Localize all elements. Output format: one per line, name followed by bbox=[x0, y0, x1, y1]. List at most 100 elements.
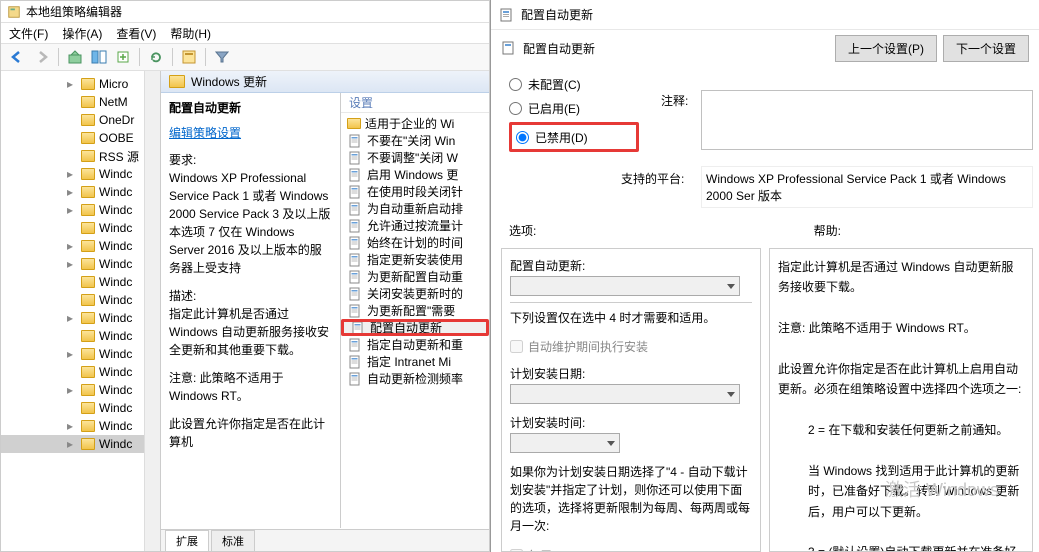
menu-file[interactable]: 文件(F) bbox=[9, 25, 48, 42]
separator bbox=[58, 48, 59, 66]
help-p5: 当 Windows 找到适用于此计算机的更新时，已准备好下载。转到 Window… bbox=[778, 461, 1024, 522]
tree-item-label: Windc bbox=[99, 365, 132, 379]
setting-item[interactable]: 不要在"关闭 Win bbox=[341, 132, 489, 149]
setting-item[interactable]: 适用于企业的 Wi bbox=[341, 115, 489, 132]
setting-item[interactable]: 关闭安装更新时的 bbox=[341, 285, 489, 302]
tab-standard[interactable]: 标准 bbox=[211, 530, 255, 551]
tree-item[interactable]: OneDr bbox=[1, 111, 160, 129]
prev-setting-button[interactable]: 上一个设置(P) bbox=[835, 35, 937, 62]
chevron-right-icon[interactable]: ▸ bbox=[67, 185, 77, 199]
setting-item[interactable]: 自动更新检测频率 bbox=[341, 370, 489, 387]
chevron-right-icon[interactable]: ▸ bbox=[67, 239, 77, 253]
policy-icon bbox=[347, 338, 363, 352]
options-heading: 配置自动更新: bbox=[510, 257, 752, 274]
setting-item[interactable]: 启用 Windows 更 bbox=[341, 166, 489, 183]
tree-item[interactable]: Windc bbox=[1, 291, 160, 309]
weekly-checkbox[interactable]: 每周 bbox=[510, 547, 752, 552]
chevron-right-icon[interactable]: ▸ bbox=[67, 203, 77, 217]
forward-button[interactable] bbox=[31, 46, 53, 68]
setting-item[interactable]: 为更新配置"需要 bbox=[341, 302, 489, 319]
refresh-button[interactable] bbox=[145, 46, 167, 68]
folder-icon bbox=[81, 330, 95, 342]
tree-item[interactable]: Windc bbox=[1, 273, 160, 291]
dialog-subtitle: 配置自动更新 bbox=[523, 40, 595, 57]
tree-item[interactable]: ▸Windc bbox=[1, 435, 160, 453]
tree-item[interactable]: ▸Windc bbox=[1, 417, 160, 435]
folder-icon bbox=[81, 78, 95, 90]
tree-item[interactable]: ▸ Windc bbox=[1, 183, 160, 201]
install-date-combo[interactable] bbox=[510, 384, 740, 404]
chevron-right-icon[interactable]: ▸ bbox=[67, 167, 77, 181]
tree-item[interactable]: Windc bbox=[1, 363, 160, 381]
install-time-combo[interactable] bbox=[510, 433, 620, 453]
policy-icon bbox=[347, 253, 363, 267]
setting-item-label: 启用 Windows 更 bbox=[367, 166, 458, 183]
chevron-right-icon[interactable]: ▸ bbox=[67, 347, 77, 361]
policy-icon bbox=[347, 270, 363, 284]
tree-item[interactable]: NetM bbox=[1, 93, 160, 111]
setting-item[interactable]: 在使用时段关闭针 bbox=[341, 183, 489, 200]
maintenance-checkbox[interactable]: 自动维护期间执行安装 bbox=[510, 338, 752, 355]
properties-button[interactable] bbox=[178, 46, 200, 68]
tree-item[interactable]: Windc bbox=[1, 399, 160, 417]
menu-help[interactable]: 帮助(H) bbox=[170, 25, 211, 42]
setting-item[interactable]: 不要调整"关闭 W bbox=[341, 149, 489, 166]
filter-button[interactable] bbox=[211, 46, 233, 68]
next-setting-button[interactable]: 下一个设置 bbox=[943, 35, 1029, 62]
help-label: 帮助: bbox=[814, 222, 841, 239]
install-time-label: 计划安装时间: bbox=[510, 414, 752, 431]
settings-header[interactable]: 设置 bbox=[341, 93, 489, 113]
chevron-right-icon[interactable]: ▸ bbox=[67, 419, 77, 433]
setting-item[interactable]: 指定自动更新和重 bbox=[341, 336, 489, 353]
menu-view[interactable]: 查看(V) bbox=[116, 25, 156, 42]
setting-item[interactable]: 允许通过按流量计 bbox=[341, 217, 489, 234]
setting-item[interactable]: 为更新配置自动重 bbox=[341, 268, 489, 285]
folder-icon bbox=[347, 118, 361, 129]
setting-item[interactable]: 指定 Intranet Mi bbox=[341, 353, 489, 370]
chevron-right-icon[interactable]: ▸ bbox=[67, 77, 77, 91]
tree-item-label: Windc bbox=[99, 293, 132, 307]
tree-item[interactable]: OOBE bbox=[1, 129, 160, 147]
tree-item[interactable]: RSS 源 bbox=[1, 147, 160, 165]
tab-extended[interactable]: 扩展 bbox=[165, 530, 209, 551]
up-button[interactable] bbox=[64, 46, 86, 68]
comment-textarea[interactable] bbox=[701, 90, 1033, 150]
tree-item[interactable]: ▸Windc bbox=[1, 309, 160, 327]
tree-item-label: Micro bbox=[99, 77, 128, 91]
setting-item[interactable]: 配置自动更新 bbox=[341, 319, 489, 336]
setting-item[interactable]: 为自动重新启动排 bbox=[341, 200, 489, 217]
settings-column: 设置 适用于企业的 Wi不要在"关闭 Win不要调整"关闭 W启用 Window… bbox=[341, 93, 489, 528]
chevron-right-icon[interactable]: ▸ bbox=[67, 257, 77, 271]
tree-item-label: Windc bbox=[99, 239, 132, 253]
tree-item[interactable]: Windc bbox=[1, 219, 160, 237]
nav-buttons: 上一个设置(P) 下一个设置 bbox=[835, 35, 1029, 62]
back-button[interactable] bbox=[7, 46, 29, 68]
tree-item[interactable]: ▸ Micro bbox=[1, 75, 160, 93]
chevron-right-icon[interactable]: ▸ bbox=[67, 383, 77, 397]
platform-label: 支持的平台: bbox=[621, 170, 684, 187]
configure-update-combo[interactable] bbox=[510, 276, 740, 296]
setting-item[interactable]: 始终在计划的时间 bbox=[341, 234, 489, 251]
tree-item[interactable]: ▸Windc bbox=[1, 255, 160, 273]
tree-item-label: Windc bbox=[99, 185, 132, 199]
edit-policy-link[interactable]: 编辑策略设置 bbox=[169, 126, 241, 140]
folder-icon bbox=[81, 384, 95, 396]
tree-scrollbar[interactable] bbox=[144, 71, 160, 551]
chevron-right-icon[interactable]: ▸ bbox=[67, 437, 77, 451]
chevron-right-icon[interactable]: ▸ bbox=[67, 311, 77, 325]
setting-item[interactable]: 指定更新安装使用 bbox=[341, 251, 489, 268]
menu-action[interactable]: 操作(A) bbox=[62, 25, 102, 42]
folder-icon bbox=[81, 294, 95, 306]
policy-icon bbox=[347, 151, 363, 165]
policy-icon bbox=[350, 321, 366, 335]
tree-item[interactable]: ▸ Windc bbox=[1, 237, 160, 255]
export-button[interactable] bbox=[112, 46, 134, 68]
radio-disabled[interactable]: 已禁用(D) bbox=[516, 125, 632, 149]
tree-item[interactable]: ▸Windc bbox=[1, 381, 160, 399]
toolbar bbox=[1, 43, 489, 71]
tree-item[interactable]: Windc bbox=[1, 327, 160, 345]
tree-item[interactable]: ▸Windc bbox=[1, 345, 160, 363]
show-hide-tree-button[interactable] bbox=[88, 46, 110, 68]
tree-item[interactable]: ▸Windc bbox=[1, 165, 160, 183]
tree-item[interactable]: ▸Windc bbox=[1, 201, 160, 219]
